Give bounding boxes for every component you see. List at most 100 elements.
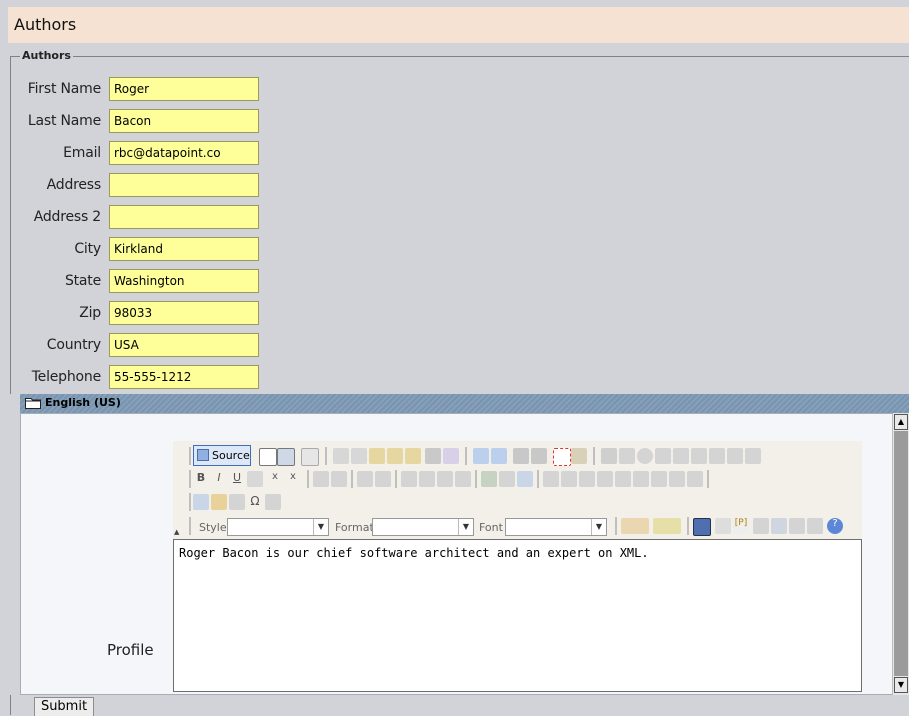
unlink-icon[interactable]: [499, 471, 515, 487]
scroll-thumb[interactable]: [894, 431, 908, 676]
zip-label: Zip: [79, 305, 101, 321]
justify-icon[interactable]: [455, 471, 471, 487]
table-insert-row-icon[interactable]: [597, 471, 613, 487]
align-left-icon[interactable]: [401, 471, 417, 487]
paste-icon[interactable]: [369, 448, 385, 464]
align-center-icon[interactable]: [419, 471, 435, 487]
first-name-input[interactable]: [109, 77, 259, 101]
flash-icon[interactable]: [561, 471, 577, 487]
telephone-label: Telephone: [31, 369, 102, 385]
numbered-list-icon[interactable]: [313, 471, 329, 487]
toolbar-row-2: B I U x x: [187, 468, 857, 490]
superscript-icon[interactable]: x: [285, 471, 301, 487]
paste-word-icon[interactable]: [405, 448, 421, 464]
page-break-icon[interactable]: [229, 494, 245, 510]
show-blocks-icon[interactable]: [715, 518, 731, 534]
telephone-input[interactable]: [109, 365, 259, 389]
paste-text-icon[interactable]: [387, 448, 403, 464]
scroll-up-button[interactable]: ▲: [894, 414, 908, 430]
select-all-icon[interactable]: [553, 448, 571, 466]
help-icon[interactable]: ?: [827, 518, 843, 534]
radio-icon[interactable]: [637, 448, 653, 464]
font-select[interactable]: ▼: [505, 518, 607, 536]
scroll-down-button[interactable]: ▼: [894, 677, 908, 693]
email-input[interactable]: [109, 141, 259, 165]
select-field-icon[interactable]: [691, 448, 707, 464]
redo-icon[interactable]: [491, 448, 507, 464]
print-icon[interactable]: [425, 448, 441, 464]
address-2-label: Address 2: [33, 209, 102, 225]
strike-icon[interactable]: [247, 471, 263, 487]
state-input[interactable]: [109, 269, 259, 293]
fieldset-border-bottom: [10, 695, 11, 715]
table-insert-col-icon[interactable]: [633, 471, 649, 487]
subscript-icon[interactable]: x: [267, 471, 283, 487]
country-input[interactable]: [109, 333, 259, 357]
table-delete-row-icon[interactable]: [615, 471, 631, 487]
first-name-label: First Name: [27, 81, 101, 97]
page-header: Authors: [8, 7, 909, 43]
form-icon[interactable]: [601, 448, 617, 464]
table-delete-col-icon[interactable]: [651, 471, 667, 487]
style-label: Style: [199, 521, 227, 534]
button-field-icon[interactable]: [709, 448, 725, 464]
table-split-icon[interactable]: [687, 471, 703, 487]
undo-icon[interactable]: [473, 448, 489, 464]
templates-icon[interactable]: [301, 448, 319, 466]
source-button[interactable]: Source: [193, 445, 251, 466]
new-page-icon[interactable]: [259, 448, 277, 466]
bold-icon[interactable]: B: [193, 471, 209, 487]
zip-input[interactable]: [109, 301, 259, 325]
image-icon[interactable]: [543, 471, 559, 487]
fieldset-legend: Authors: [20, 49, 73, 62]
copy-icon[interactable]: [351, 448, 367, 464]
bulleted-list-icon[interactable]: [331, 471, 347, 487]
submit-button[interactable]: Submit: [34, 697, 94, 716]
align-right-icon[interactable]: [437, 471, 453, 487]
special-char-icon[interactable]: Ω: [247, 494, 263, 510]
bg-color-icon[interactable]: [653, 518, 681, 534]
address-input[interactable]: [109, 173, 259, 197]
language-panel-title: English (US): [45, 396, 121, 409]
abbr-icon[interactable]: [753, 518, 769, 534]
city-input[interactable]: [109, 237, 259, 261]
last-name-input[interactable]: [109, 109, 259, 133]
text-color-icon[interactable]: [621, 518, 649, 534]
underline-icon[interactable]: U: [229, 471, 245, 487]
maximize-icon[interactable]: [693, 518, 711, 536]
checkbox-icon[interactable]: [619, 448, 635, 464]
remove-format-icon[interactable]: [571, 448, 587, 464]
toolbar-row-4: Style ▼ Format ▼ Font ▼ [P] ?: [187, 515, 857, 537]
address-2-input[interactable]: [109, 205, 259, 229]
preview-icon[interactable]: [277, 448, 295, 466]
chevron-down-icon: ▼: [591, 519, 606, 535]
toolbar-collapse-icon[interactable]: ▲: [174, 528, 179, 536]
image-button-icon[interactable]: [727, 448, 743, 464]
replace-icon[interactable]: [531, 448, 547, 464]
smiley-image-icon[interactable]: [193, 494, 209, 510]
language-panel-header[interactable]: English (US): [20, 394, 909, 413]
panel-scrollbar[interactable]: ▲ ▼: [892, 413, 909, 695]
table-merge-icon[interactable]: [669, 471, 685, 487]
textarea-icon[interactable]: [673, 448, 689, 464]
textfield-icon[interactable]: [655, 448, 671, 464]
cut-icon[interactable]: [333, 448, 349, 464]
indent-icon[interactable]: [375, 471, 391, 487]
check-icon[interactable]: [789, 518, 805, 534]
link-icon[interactable]: [481, 471, 497, 487]
media-icon[interactable]: [771, 518, 787, 534]
italic-icon[interactable]: I: [211, 471, 227, 487]
placeholder-icon[interactable]: [P]: [733, 518, 749, 534]
horizontal-rule-icon[interactable]: [265, 494, 281, 510]
profile-editor[interactable]: Roger Bacon is our chief software archit…: [173, 539, 862, 692]
snapshot-icon[interactable]: [807, 518, 823, 534]
outdent-icon[interactable]: [357, 471, 373, 487]
table-icon[interactable]: [579, 471, 595, 487]
smiley-icon[interactable]: [211, 494, 227, 510]
format-select[interactable]: ▼: [372, 518, 474, 536]
anchor-icon[interactable]: [517, 471, 533, 487]
style-select[interactable]: ▼: [227, 518, 329, 536]
spellcheck-icon[interactable]: [443, 448, 459, 464]
find-icon[interactable]: [513, 448, 529, 464]
hidden-field-icon[interactable]: [745, 448, 761, 464]
